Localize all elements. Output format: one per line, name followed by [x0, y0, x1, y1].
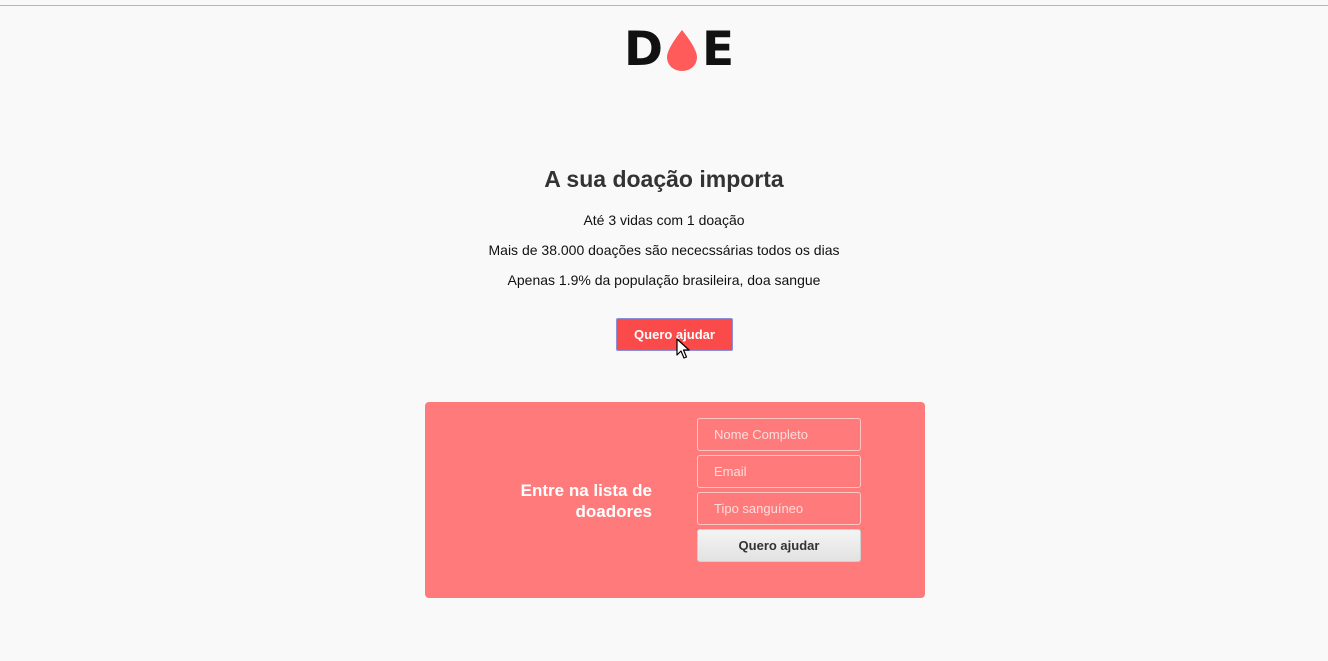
logo: D E [624, 22, 734, 77]
signup-title: Entre na lista de doadores [520, 481, 652, 521]
email-input[interactable] [697, 455, 861, 488]
signup-submit-button[interactable]: Quero ajudar [697, 529, 861, 562]
blood-drop-icon [667, 30, 698, 71]
blood-type-input[interactable] [697, 492, 861, 525]
page-title: A sua doação importa [544, 166, 784, 192]
top-divider [0, 5, 1328, 6]
fact-line: Até 3 vidas com 1 doação [583, 212, 745, 228]
full-name-input[interactable] [697, 418, 861, 451]
fact-line: Mais de 38.000 doações são nececssárias … [488, 242, 840, 258]
fact-line: Apenas 1.9% da população brasileira, doa… [507, 272, 821, 288]
hero-section: A sua doação importa Até 3 vidas com 1 d… [0, 160, 1328, 295]
donor-signup-panel: Entre na lista de doadores Quero ajudar [425, 402, 925, 598]
mouse-cursor-icon [676, 338, 690, 359]
help-button[interactable]: Quero ajudar [616, 318, 733, 351]
logo-letter-e: E [702, 22, 734, 77]
logo-letter-d: D [624, 22, 663, 77]
